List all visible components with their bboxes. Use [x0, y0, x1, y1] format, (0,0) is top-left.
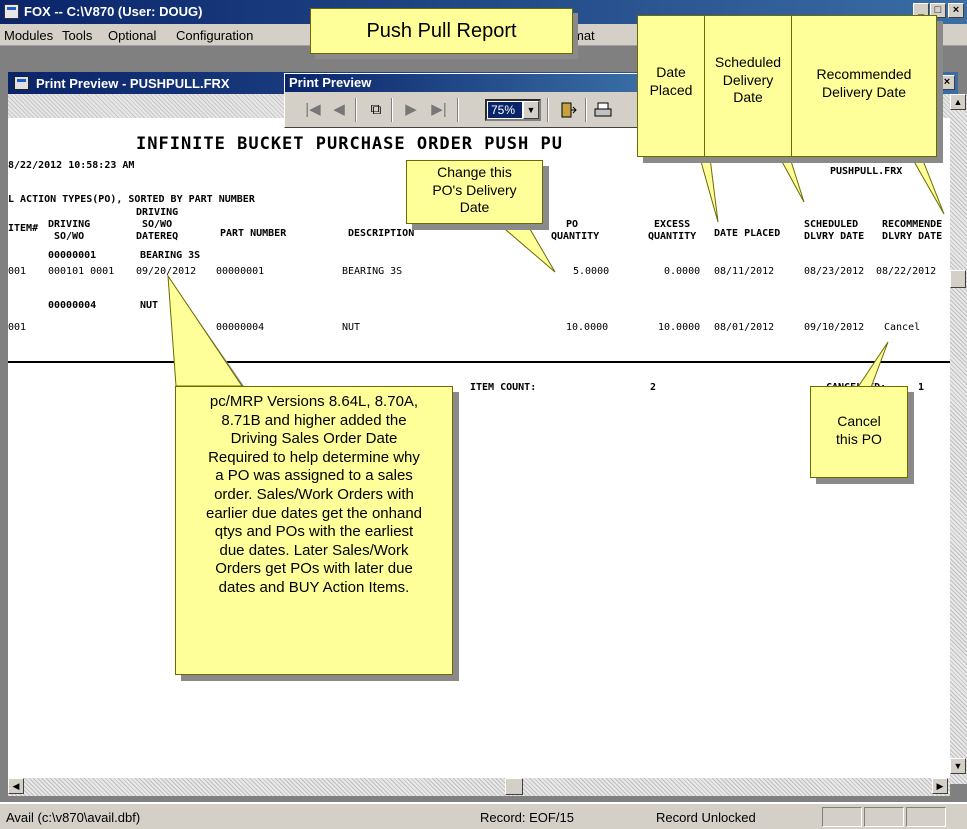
callout-line: qtys and POs with the earliest — [214, 523, 414, 541]
callout-line: a PO was assigned to a sales — [215, 467, 413, 485]
callout-line: due dates. Later Sales/Work — [219, 541, 409, 559]
callout-line: Delivery Date — [821, 83, 907, 100]
callout-line: Change this — [437, 164, 512, 180]
date-placed-callout: Date Placed — [637, 15, 705, 157]
callout-line: dates and BUY Action Items. — [218, 578, 410, 596]
callout-line: earlier due dates get the onhand — [206, 504, 422, 522]
recommended-delivery-callout: Recommended Delivery Date — [791, 15, 937, 157]
callout-line: PO's Delivery — [432, 181, 517, 198]
callout-line: pc/MRP Versions 8.64L, 8.70A, — [209, 393, 419, 410]
callout-line: this PO — [836, 430, 882, 447]
driving-sales-order-note-callout: pc/MRP Versions 8.64L, 8.70A, 8.71B and … — [175, 386, 453, 675]
cancel-po-callout: Cancel this PO — [810, 386, 908, 478]
callout-line: Date — [656, 64, 686, 80]
callout-line: Recommended — [816, 66, 912, 82]
callout-line: Orders get POs with later due — [215, 560, 413, 578]
push-pull-report-callout: Push Pull Report — [310, 8, 573, 54]
callout-line: Date — [733, 89, 763, 105]
callout-line: Date — [459, 199, 490, 215]
callout-line: order. Sales/Work Orders with — [214, 485, 414, 503]
callout-line: Scheduled — [714, 54, 782, 70]
change-delivery-date-callout: Change this PO's Delivery Date — [406, 160, 543, 224]
scheduled-delivery-callout: Scheduled Delivery Date — [704, 15, 792, 157]
callout-line: Delivery — [722, 71, 774, 88]
callout-line: Cancel — [837, 413, 881, 429]
callout-line: Placed — [649, 81, 693, 98]
callout-line: 8.71B and higher added the — [221, 411, 407, 429]
callout-line: Required to help determine why — [208, 448, 420, 466]
callout-line: Driving Sales Order Date — [230, 430, 398, 448]
